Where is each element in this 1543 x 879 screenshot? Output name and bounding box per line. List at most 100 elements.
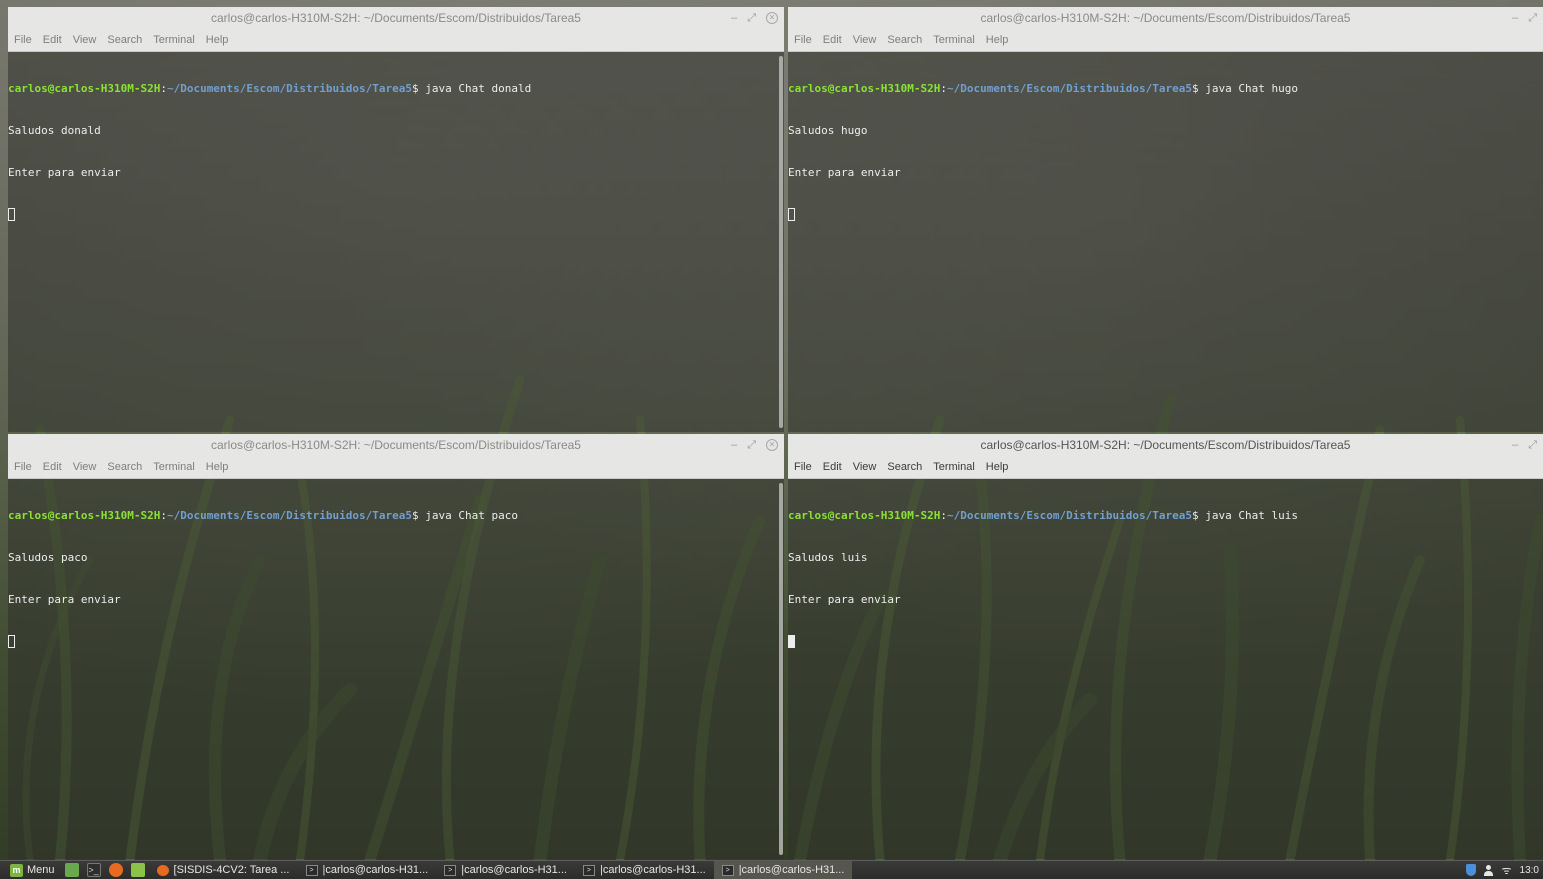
menu-file[interactable]: File [794, 34, 812, 46]
user-icon[interactable] [1484, 864, 1494, 876]
terminal-window-paco[interactable]: carlos@carlos-H310M-S2H: ~/Documents/Esc… [8, 434, 784, 859]
shield-icon[interactable] [1466, 864, 1477, 876]
window-titlebar[interactable]: carlos@carlos-H310M-S2H: ~/Documents/Esc… [788, 434, 1543, 456]
prompt-line: carlos@carlos-H310M-S2H:~/Documents/Esco… [8, 82, 784, 96]
window-titlebar[interactable]: carlos@carlos-H310M-S2H: ~/Documents/Esc… [8, 434, 784, 456]
minimize-icon[interactable]: – [731, 7, 737, 29]
task-label: [SISDIS-4CV2: Tarea ... [173, 864, 290, 876]
menu-edit[interactable]: Edit [823, 34, 842, 46]
terminal-window-luis[interactable]: carlos@carlos-H310M-S2H: ~/Documents/Esc… [788, 434, 1543, 859]
window-titlebar[interactable]: carlos@carlos-H310M-S2H: ~/Documents/Esc… [8, 7, 784, 29]
prompt-user: carlos@carlos-H310M-S2H [8, 82, 161, 95]
prompt-path: ~/Documents/Escom/Distribuidos/Tarea5 [946, 509, 1192, 522]
terminal-output[interactable]: carlos@carlos-H310M-S2H:~/Documents/Esco… [788, 52, 1543, 432]
prompt-colon: : [940, 509, 947, 522]
wifi-icon[interactable]: ᯤ [1501, 863, 1511, 878]
output-line: Enter para enviar [8, 593, 121, 606]
menu-file[interactable]: File [794, 461, 812, 473]
scrollbar[interactable] [778, 479, 784, 859]
window-title: carlos@carlos-H310M-S2H: ~/Documents/Esc… [211, 438, 581, 452]
taskbar-task-terminal[interactable]: > |carlos@carlos-H31... [436, 861, 575, 879]
taskbar-task-terminal[interactable]: > |carlos@carlos-H31... [575, 861, 714, 879]
menu-terminal[interactable]: Terminal [933, 461, 975, 473]
task-label: |carlos@carlos-H31... [322, 864, 429, 876]
prompt-line: carlos@carlos-H310M-S2H:~/Documents/Esco… [788, 509, 1543, 523]
show-desktop-icon[interactable] [64, 863, 79, 877]
terminal-icon: > [582, 864, 595, 876]
menu-search[interactable]: Search [887, 34, 922, 46]
cursor-line [788, 208, 1543, 222]
menu-label: Menu [27, 864, 55, 876]
menu-help[interactable]: Help [206, 34, 229, 46]
minimize-icon[interactable]: – [731, 434, 737, 456]
terminal-output[interactable]: carlos@carlos-H310M-S2H:~/Documents/Esco… [788, 479, 1543, 859]
prompt-command: $ java Chat paco [412, 509, 518, 522]
menu-file[interactable]: File [14, 34, 32, 46]
taskbar-task-firefox[interactable]: [SISDIS-4CV2: Tarea ... [149, 861, 298, 879]
menu-terminal[interactable]: Terminal [153, 34, 195, 46]
prompt-user: carlos@carlos-H310M-S2H [788, 82, 941, 95]
firefox-launcher-icon[interactable] [108, 863, 123, 877]
output-line: Enter para enviar [8, 166, 121, 179]
cursor-line [8, 208, 784, 222]
terminal-output[interactable]: carlos@carlos-H310M-S2H:~/Documents/Esco… [8, 52, 784, 432]
system-tray: ᯤ 13:0 [1466, 863, 1543, 878]
task-label: |carlos@carlos-H31... [461, 864, 567, 876]
menu-edit[interactable]: Edit [823, 461, 842, 473]
output-line: Enter para enviar [788, 166, 901, 179]
maximize-icon[interactable]: ⤢ [1528, 7, 1537, 29]
prompt-command: $ java Chat hugo [1192, 82, 1298, 95]
close-icon[interactable]: ✕ [766, 12, 778, 24]
minimize-icon[interactable]: – [1512, 7, 1518, 29]
window-titlebar[interactable]: carlos@carlos-H310M-S2H: ~/Documents/Esc… [788, 7, 1543, 29]
prompt-command: $ java Chat luis [1192, 509, 1298, 522]
text-cursor [8, 208, 15, 221]
scrollbar-thumb[interactable] [779, 483, 783, 855]
menu-edit[interactable]: Edit [43, 461, 62, 473]
prompt-user: carlos@carlos-H310M-S2H [788, 509, 941, 522]
cursor-line [8, 635, 784, 649]
menu-help[interactable]: Help [206, 461, 229, 473]
prompt-user: carlos@carlos-H310M-S2H [8, 509, 161, 522]
cursor-line [788, 635, 1543, 649]
terminal-menubar: File Edit View Search Terminal Help [8, 456, 784, 479]
menu-search[interactable]: Search [107, 34, 142, 46]
close-icon[interactable]: ✕ [766, 439, 778, 451]
clock[interactable]: 13:0 [1520, 865, 1539, 876]
terminal-window-donald[interactable]: carlos@carlos-H310M-S2H: ~/Documents/Esc… [8, 7, 784, 432]
scrollbar-thumb[interactable] [779, 56, 783, 428]
menu-help[interactable]: Help [986, 461, 1009, 473]
terminal-menubar: File Edit View Search Terminal Help [788, 29, 1543, 52]
prompt-path: ~/Documents/Escom/Distribuidos/Tarea5 [946, 82, 1192, 95]
menu-view[interactable]: View [73, 461, 97, 473]
maximize-icon[interactable]: ⤢ [747, 7, 756, 29]
menu-help[interactable]: Help [986, 34, 1009, 46]
maximize-icon[interactable]: ⤢ [1528, 434, 1537, 456]
menu-view[interactable]: View [853, 34, 877, 46]
output-line: Saludos donald [8, 124, 101, 137]
menu-terminal[interactable]: Terminal [933, 34, 975, 46]
start-menu-button[interactable]: m Menu [0, 861, 61, 879]
menu-file[interactable]: File [14, 461, 32, 473]
menu-view[interactable]: View [73, 34, 97, 46]
menu-view[interactable]: View [853, 461, 877, 473]
prompt-colon: : [940, 82, 947, 95]
terminal-icon: > [444, 864, 457, 876]
terminal-output[interactable]: carlos@carlos-H310M-S2H:~/Documents/Esco… [8, 479, 784, 859]
taskbar-task-terminal[interactable]: > |carlos@carlos-H31... [298, 861, 437, 879]
scrollbar[interactable] [778, 52, 784, 432]
terminal-launcher-icon[interactable]: >_ [86, 863, 101, 877]
menu-terminal[interactable]: Terminal [153, 461, 195, 473]
task-label: |carlos@carlos-H31... [599, 864, 706, 876]
files-launcher-icon[interactable] [130, 863, 145, 877]
maximize-icon[interactable]: ⤢ [747, 434, 756, 456]
menu-edit[interactable]: Edit [43, 34, 62, 46]
taskbar: m Menu >_ [SISDIS-4CV2: Tarea ... > |car… [0, 860, 1543, 879]
output-line: Enter para enviar [788, 593, 901, 606]
menu-search[interactable]: Search [887, 461, 922, 473]
taskbar-task-terminal-active[interactable]: > |carlos@carlos-H31... [713, 861, 853, 879]
menu-search[interactable]: Search [107, 461, 142, 473]
terminal-window-hugo[interactable]: carlos@carlos-H310M-S2H: ~/Documents/Esc… [788, 7, 1543, 432]
prompt-colon: : [160, 509, 167, 522]
minimize-icon[interactable]: – [1512, 434, 1518, 456]
